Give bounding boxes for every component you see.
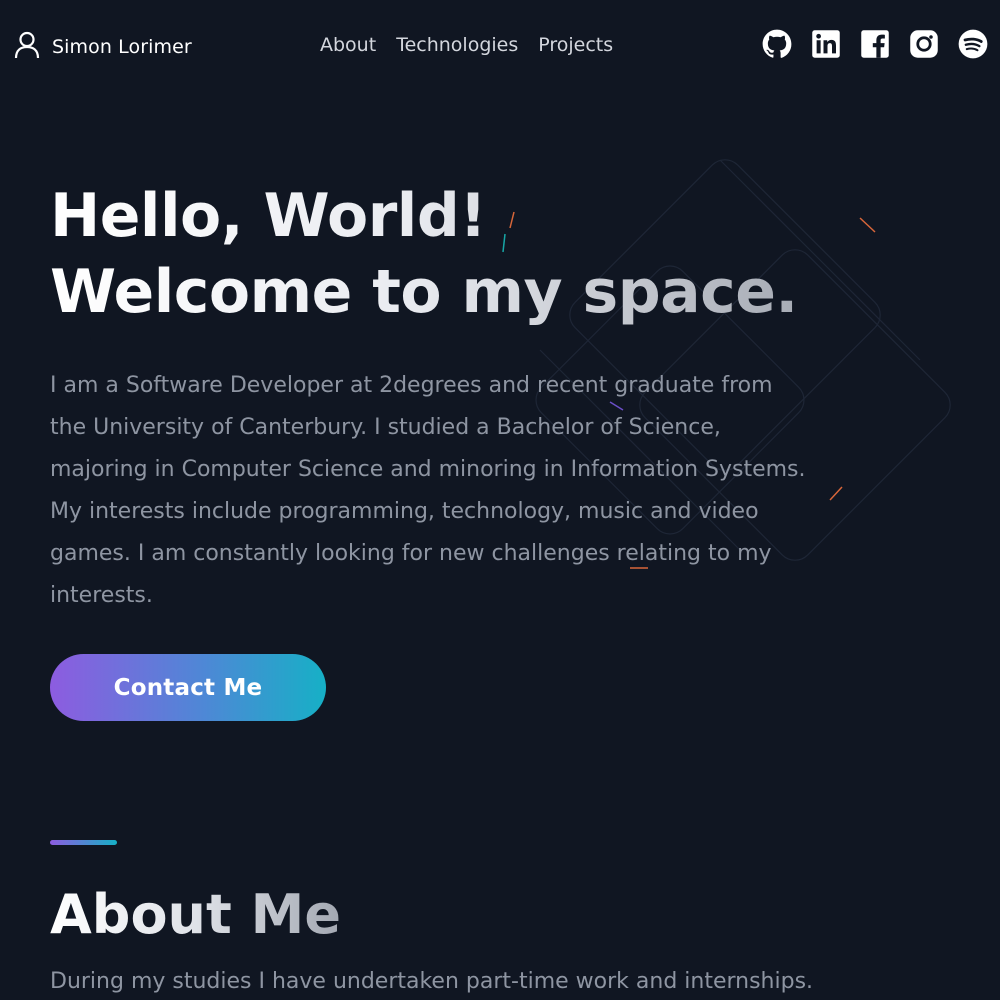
nav-link-about[interactable]: About <box>320 34 376 56</box>
nav-link-projects[interactable]: Projects <box>538 34 613 56</box>
nav-link-technologies[interactable]: Technologies <box>396 34 518 56</box>
section-accent-bar <box>50 840 117 845</box>
instagram-icon[interactable] <box>909 29 939 59</box>
contact-me-button[interactable]: Contact Me <box>50 654 326 721</box>
spotify-icon[interactable] <box>958 29 988 59</box>
about-text: During my studies I have undertaken part… <box>50 969 814 994</box>
facebook-icon[interactable] <box>860 29 890 59</box>
github-icon[interactable] <box>762 29 792 59</box>
linkedin-icon[interactable] <box>811 29 841 59</box>
hero-bio: I am a Software Developer at 2degrees an… <box>50 373 806 608</box>
hero-title-line2: Welcome to my space. <box>50 257 798 327</box>
brand-name: Simon Lorimer <box>52 36 192 58</box>
brand-link[interactable]: Simon Lorimer <box>14 31 192 63</box>
user-icon <box>14 31 40 63</box>
social-links <box>762 29 988 59</box>
hero-title-line1: Hello, World! <box>50 181 487 251</box>
hero-title: Hello, World! Welcome to my space. <box>50 178 850 330</box>
top-nav: Simon Lorimer About Technologies Project… <box>0 0 1000 95</box>
about-title: About Me <box>50 880 341 950</box>
nav-links: About Technologies Projects <box>320 34 613 56</box>
